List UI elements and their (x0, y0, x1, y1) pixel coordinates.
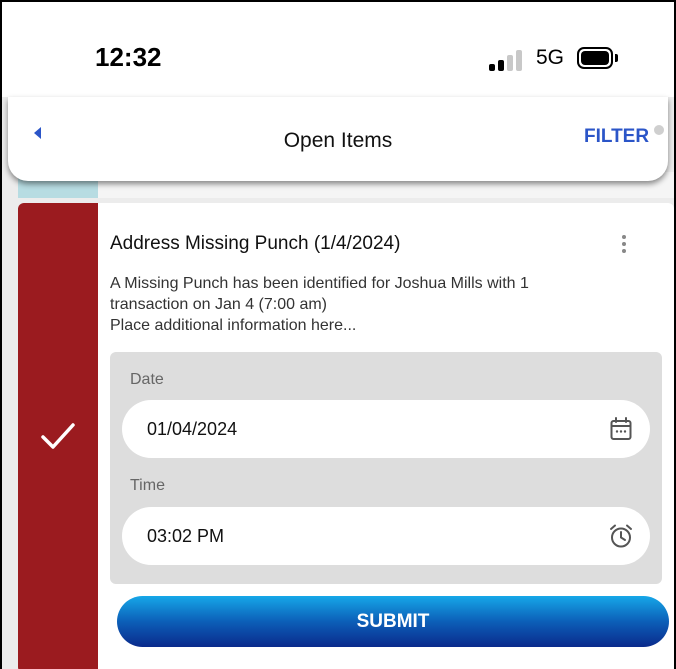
description-line: Place additional information here... (110, 317, 357, 334)
signal-strength-icon (489, 49, 525, 71)
description-line: A Missing Punch has been identified for … (110, 275, 529, 292)
filter-indicator-dot (654, 125, 664, 135)
app-header: Open Items FILTER (8, 97, 668, 181)
submit-button[interactable]: SUBMIT (117, 596, 669, 647)
time-label: Time (130, 477, 165, 494)
punch-form: Date 01/04/2024 Time 03:02 PM (110, 352, 662, 584)
filter-button[interactable]: FILTER (584, 126, 649, 148)
alarm-clock-icon[interactable] (608, 523, 634, 549)
network-type: 5G (536, 46, 565, 69)
phone-screen: 12:32 5G Open Items FILTER Address Missi… (0, 0, 676, 669)
date-value: 01/04/2024 (147, 419, 238, 439)
status-bar: 12:32 5G (2, 2, 674, 97)
card-description: A Missing Punch has been identified for … (110, 273, 650, 336)
date-field[interactable]: 01/04/2024 (122, 400, 650, 458)
check-icon (41, 423, 75, 449)
time-field[interactable]: 03:02 PM (122, 507, 650, 565)
page-title: Open Items (283, 129, 393, 152)
description-line: transaction on Jan 4 (7:00 am) (110, 296, 328, 313)
kebab-menu-icon[interactable] (620, 235, 628, 259)
battery-icon (577, 47, 618, 69)
open-item-card: Address Missing Punch (1/4/2024) A Missi… (18, 203, 674, 669)
card-status-bar[interactable] (18, 203, 98, 669)
calendar-icon[interactable] (608, 416, 634, 442)
card-title: Address Missing Punch (1/4/2024) (110, 233, 401, 254)
time-value: 03:02 PM (147, 526, 225, 546)
date-label: Date (130, 371, 164, 388)
status-time: 12:32 (95, 42, 162, 72)
